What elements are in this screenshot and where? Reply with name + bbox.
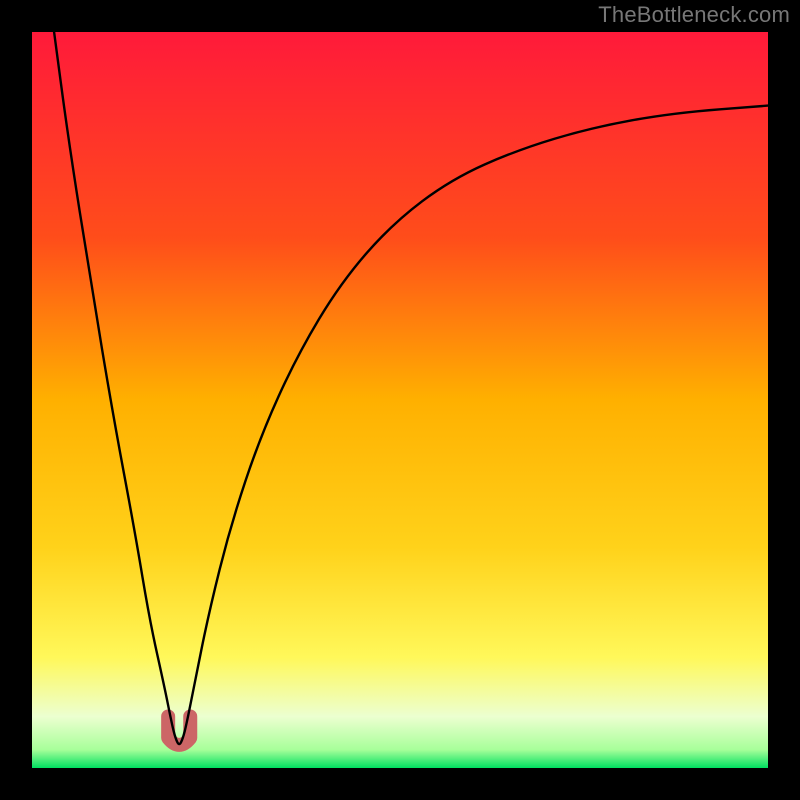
plot-area — [32, 32, 768, 768]
chart-svg — [32, 32, 768, 768]
gradient-background — [32, 32, 768, 768]
watermark-text: TheBottleneck.com — [598, 2, 790, 28]
chart-frame: TheBottleneck.com — [0, 0, 800, 800]
